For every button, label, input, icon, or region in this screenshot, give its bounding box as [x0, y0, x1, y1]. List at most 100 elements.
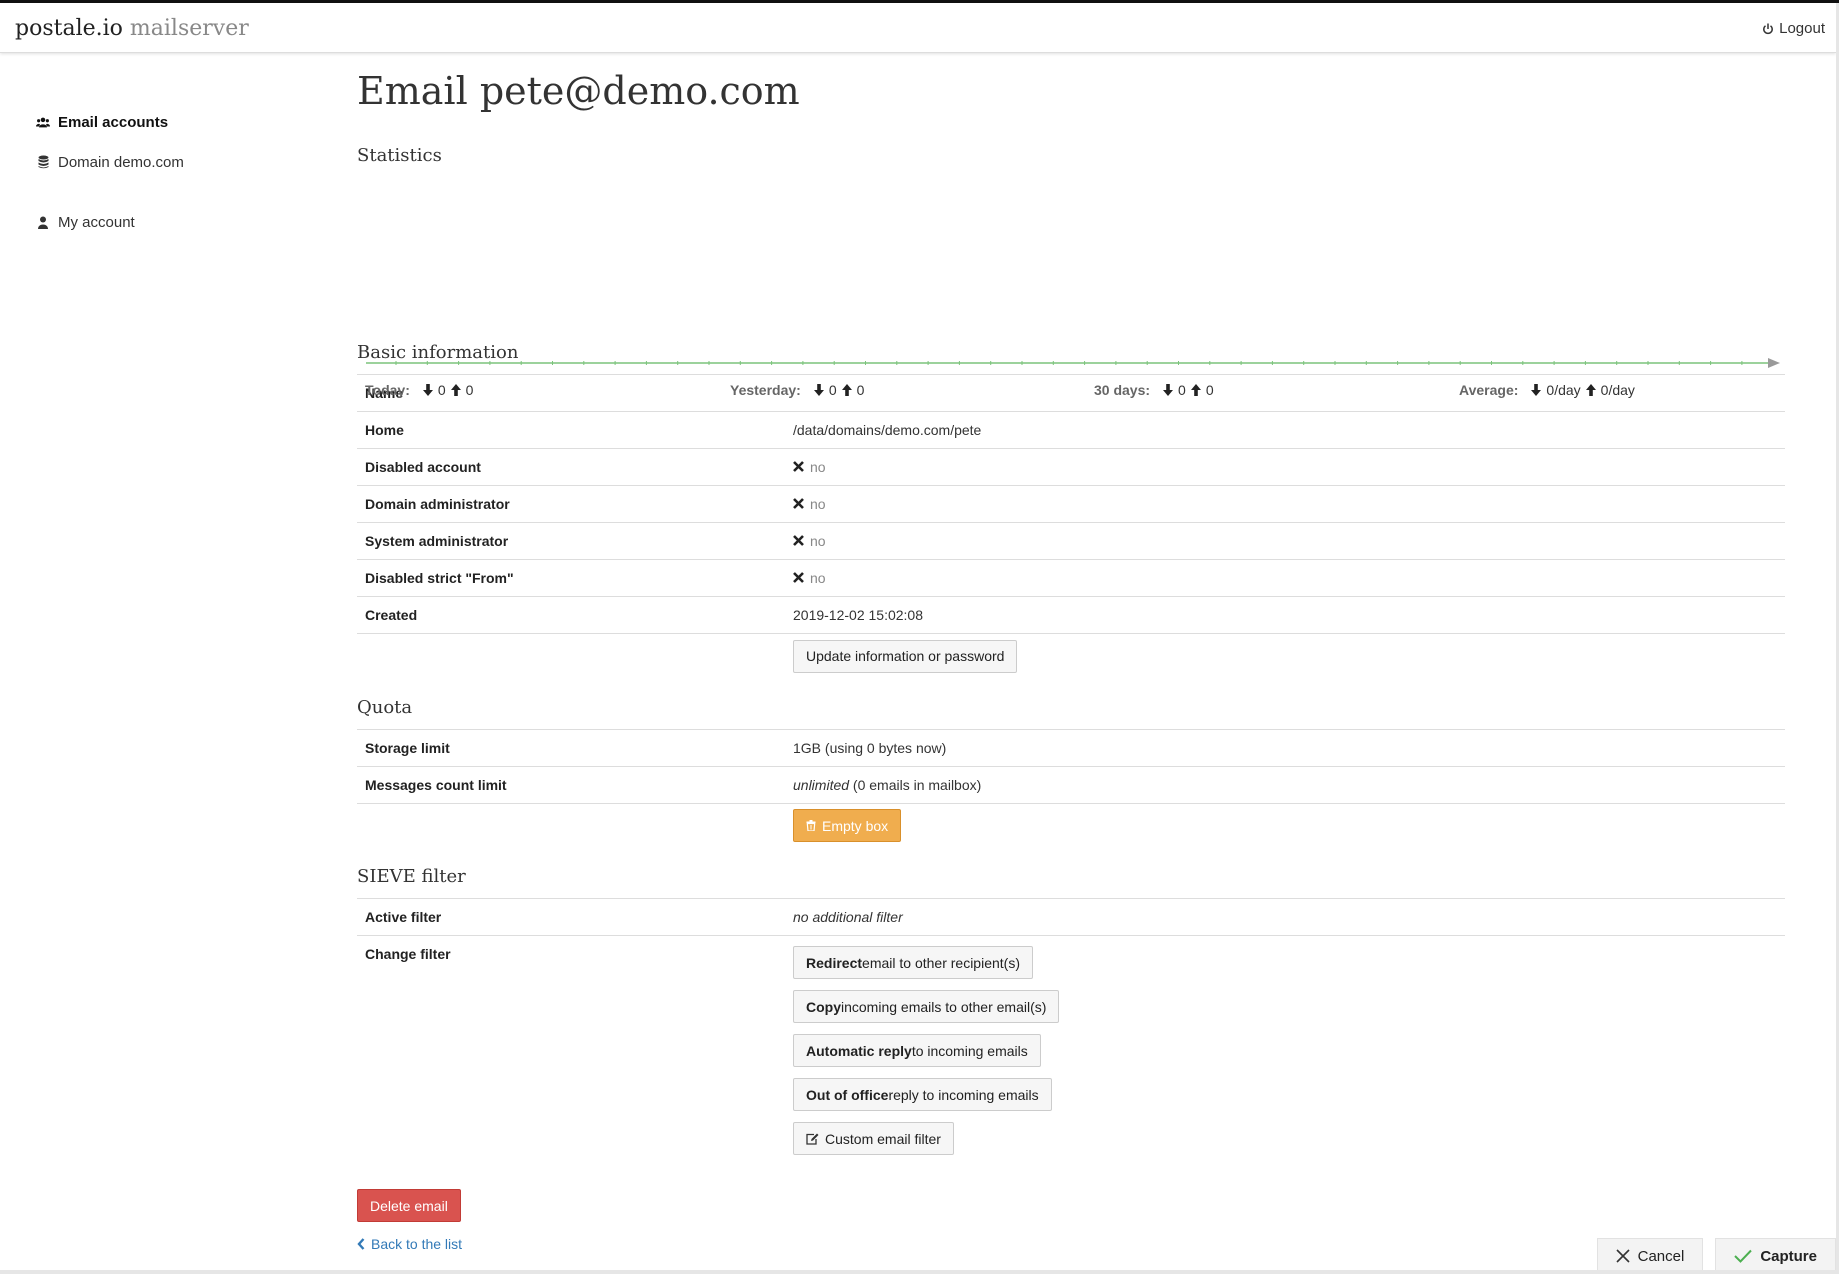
- sidebar-item-email-accounts[interactable]: Email accounts: [36, 112, 326, 132]
- row-key: Disabled account: [357, 448, 785, 486]
- button-rest: to incoming emails: [911, 1042, 1028, 1059]
- close-icon: [793, 461, 804, 473]
- row-key: Home: [357, 411, 785, 449]
- table-row: Domain administrator no: [357, 485, 1785, 523]
- row-value-cell: no: [785, 485, 1785, 523]
- back-to-list-link[interactable]: Back to the list: [357, 1236, 462, 1252]
- back-link-area: Back to the list: [357, 1236, 1785, 1255]
- top-navbar: postale.io mailserver Logout: [0, 3, 1836, 53]
- row-value: no: [810, 569, 826, 586]
- stat-today: Today: 0 0: [365, 382, 473, 398]
- disabled-account-value: no: [793, 459, 826, 475]
- button-rest: email to other recipient(s): [862, 954, 1020, 971]
- table-row: Storage limit 1GB (using 0 bytes now): [357, 728, 1785, 766]
- table-row: Empty box: [357, 802, 1785, 848]
- database-icon: [36, 155, 50, 169]
- arrow-down-icon: [1163, 384, 1174, 396]
- arrow-down-icon: [1531, 384, 1542, 396]
- table-row: Update information or password: [357, 633, 1785, 679]
- logout-label: Logout: [1779, 20, 1825, 37]
- arrow-down-icon: [813, 384, 824, 396]
- active-filter-value: no additional filter: [793, 909, 903, 925]
- out-of-office-filter-button[interactable]: Out of office reply to incoming emails: [793, 1078, 1052, 1111]
- update-info-button[interactable]: Update information or password: [793, 639, 1018, 673]
- stat-30days-in: 0: [1178, 382, 1186, 398]
- capture-button[interactable]: Capture: [1715, 1238, 1836, 1274]
- strict-from-value: no: [793, 570, 826, 586]
- brand-logo[interactable]: postale.io mailserver: [15, 16, 249, 41]
- row-value-cell: no: [785, 522, 1785, 560]
- auto-reply-filter-button[interactable]: Automatic reply to incoming emails: [793, 1034, 1041, 1067]
- empty-box-button[interactable]: Empty box: [793, 809, 902, 843]
- custom-filter-button[interactable]: Custom email filter: [793, 1122, 954, 1155]
- arrow-up-icon: [841, 384, 852, 396]
- basic-info-table: Name Home/data/domains/demo.com/pete Dis…: [357, 374, 1785, 679]
- row-value-cell: no: [785, 559, 1785, 597]
- arrow-up-icon: [1585, 384, 1596, 396]
- row-key: Storage limit: [357, 728, 785, 766]
- close-icon: [1616, 1249, 1630, 1263]
- brand-sub: mailserver: [129, 16, 249, 41]
- arrow-up-icon: [450, 384, 461, 396]
- row-key: Domain administrator: [357, 485, 785, 523]
- cancel-label: Cancel: [1637, 1247, 1685, 1265]
- table-row: Home/data/domains/demo.com/pete: [357, 411, 1785, 449]
- button-bold: Redirect: [806, 954, 863, 971]
- stat-yesterday-out: 0: [856, 382, 865, 398]
- count-value-rest: (0 emails in mailbox): [849, 776, 982, 793]
- cancel-button[interactable]: Cancel: [1596, 1238, 1704, 1274]
- edit-icon: [806, 1133, 819, 1145]
- user-icon: [36, 215, 50, 229]
- row-key: System administrator: [357, 522, 785, 560]
- redirect-filter-button[interactable]: Redirect email to other recipient(s): [793, 946, 1033, 979]
- row-key: Active filter: [357, 898, 785, 936]
- brand-name: postale.io: [15, 16, 123, 41]
- filter-buttons-cell: Redirect email to other recipient(s) Cop…: [785, 935, 1785, 1169]
- system-admin-value: no: [793, 533, 826, 549]
- stat-30days-out: 0: [1205, 382, 1214, 398]
- sidebar-item-domain[interactable]: Domain demo.com: [36, 152, 326, 172]
- statistics-chart: [366, 358, 1780, 368]
- users-icon: [36, 115, 50, 129]
- row-key: Change filter: [357, 935, 785, 1169]
- stat-today-label: Today:: [365, 382, 410, 398]
- empty-cell: [357, 802, 785, 848]
- table-row: Disabled strict "From" no: [357, 559, 1785, 597]
- power-icon: [1761, 22, 1775, 36]
- row-key: Messages count limit: [357, 765, 785, 803]
- button-bold: Automatic reply: [806, 1042, 912, 1059]
- sidebar: Email accounts Domain demo.com My accoun…: [36, 112, 326, 232]
- stat-today-out: 0: [465, 382, 474, 398]
- row-value: 2019-12-02 15:02:08: [785, 596, 1785, 634]
- stat-30days: 30 days: 0 0: [1094, 382, 1214, 398]
- table-row: Messages count limit unlimited (0 emails …: [357, 765, 1785, 803]
- capture-label: Capture: [1760, 1247, 1817, 1265]
- delete-email-button[interactable]: Delete email: [357, 1189, 461, 1222]
- filter-buttons: Redirect email to other recipient(s) Cop…: [793, 936, 1777, 1169]
- sidebar-item-label: Domain demo.com: [58, 153, 184, 171]
- main-content: Email pete@demo.com Statistics Today: 0 …: [357, 62, 1785, 1255]
- chart-arrowhead: [1768, 358, 1780, 368]
- sidebar-item-my-account[interactable]: My account: [36, 212, 326, 232]
- statistics-heading: Statistics: [357, 145, 442, 166]
- stat-today-in: 0: [437, 382, 446, 398]
- copy-filter-button[interactable]: Copy incoming emails to other email(s): [793, 990, 1060, 1023]
- button-bold: Out of office: [806, 1086, 889, 1103]
- sidebar-item-label: Email accounts: [58, 113, 169, 131]
- row-value: /data/domains/demo.com/pete: [785, 411, 1785, 449]
- checkmark-icon: [1734, 1249, 1753, 1263]
- close-icon: [793, 535, 804, 547]
- logout-button[interactable]: Logout: [1761, 20, 1825, 37]
- chevron-left-icon: [357, 1238, 365, 1250]
- row-key: Disabled strict "From": [357, 559, 785, 597]
- sieve-table: Active filter no additional filter Change…: [357, 898, 1785, 1169]
- stat-yesterday-label: Yesterday:: [730, 382, 801, 398]
- button-bold: Copy: [806, 998, 841, 1015]
- page-title: Email pete@demo.com: [357, 69, 800, 113]
- statistics-summary: Today: 0 0 Yesterday: 0 0 30 days: 0 0 A…: [365, 382, 1785, 402]
- stat-yesterday: Yesterday: 0 0: [730, 382, 864, 398]
- table-row: Change filter Redirect email to other re…: [357, 935, 1785, 1169]
- quota-heading: Quota: [357, 696, 413, 718]
- capture-bar: Cancel Capture: [1596, 1238, 1836, 1274]
- arrow-up-icon: [1190, 384, 1201, 396]
